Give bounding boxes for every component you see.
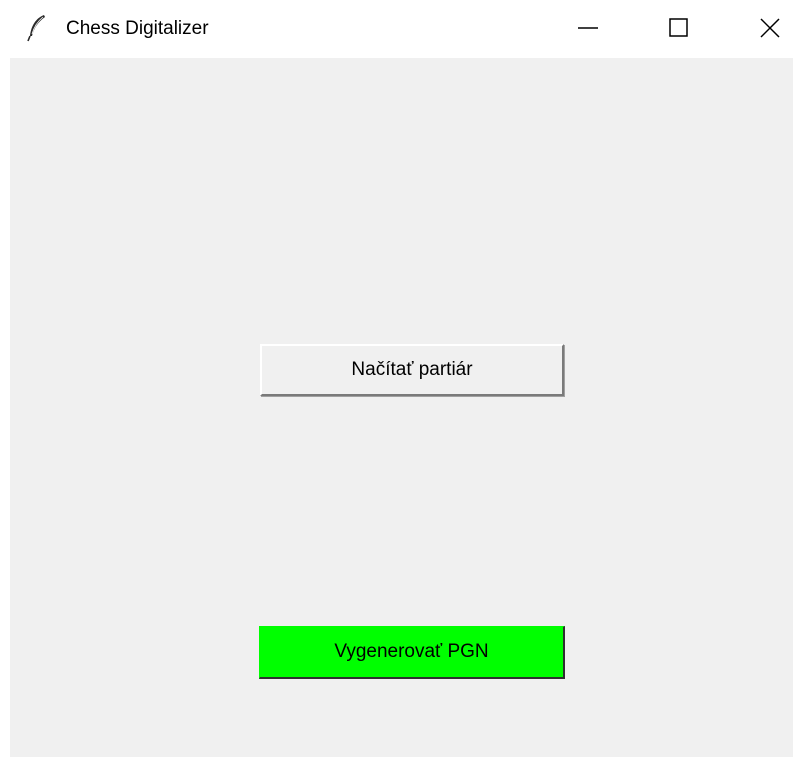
generate-pgn-button[interactable]: Vygenerovať PGN [259, 626, 565, 679]
close-icon [748, 8, 792, 48]
main-content: Načítať partiár Vygenerovať PGN [10, 58, 793, 757]
minimize-icon [566, 8, 610, 48]
load-scoresheet-button-label: Načítať partiár [351, 359, 473, 380]
window-title: Chess Digitalizer [66, 18, 209, 39]
generate-pgn-button-label: Vygenerovať PGN [334, 641, 489, 662]
minimize-button[interactable] [566, 8, 610, 48]
maximize-button[interactable] [656, 8, 700, 48]
close-button[interactable] [748, 8, 792, 48]
maximize-icon [656, 8, 700, 48]
app-window: Chess Digitalizer Načítať partiár Vygene… [0, 0, 803, 757]
feather-icon [26, 14, 48, 42]
title-bar[interactable]: Chess Digitalizer [0, 0, 803, 58]
load-scoresheet-button[interactable]: Načítať partiár [260, 344, 564, 396]
